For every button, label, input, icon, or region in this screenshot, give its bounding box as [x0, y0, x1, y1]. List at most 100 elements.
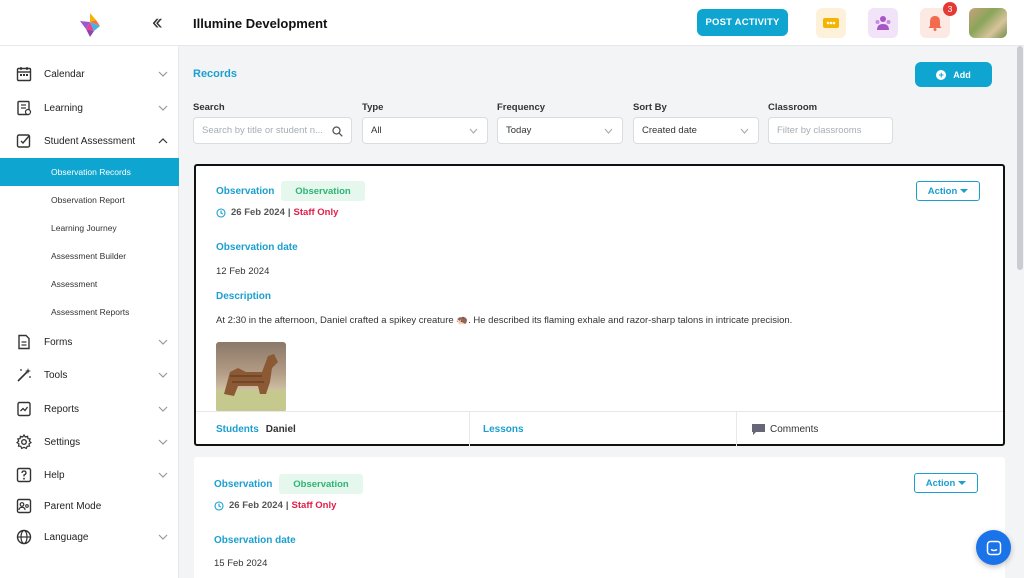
- description-text: At 2:30 in the afternoon, Daniel crafted…: [216, 315, 793, 326]
- user-avatar[interactable]: [969, 8, 1007, 38]
- sidebar-subitem-assessment-reports[interactable]: Assessment Reports: [0, 298, 179, 326]
- page-scrollbar[interactable]: [1017, 46, 1023, 270]
- organization-title: Illumine Development: [193, 16, 328, 31]
- plus-icon: +: [936, 69, 947, 80]
- description-label: Description: [216, 291, 272, 302]
- search-placeholder: Search by title or student n...: [202, 125, 323, 136]
- frequency-label: Frequency: [497, 102, 546, 113]
- sidebar-item-label: Help: [44, 469, 65, 481]
- sidebar-item-label: Language: [44, 531, 89, 543]
- sidebar-item-help[interactable]: Help: [0, 460, 179, 490]
- comments-cell[interactable]: Comments: [751, 412, 818, 446]
- sidebar-item-parent-mode[interactable]: Parent Mode: [0, 491, 179, 521]
- chevron-down-icon: [604, 128, 613, 134]
- sidebar-item-forms[interactable]: Forms: [0, 327, 179, 357]
- sidebar-subitem-label: Learning Journey: [51, 223, 117, 233]
- sidebar-item-calendar[interactable]: Calendar: [0, 59, 179, 89]
- assessment-icon: [16, 134, 31, 148]
- clock-icon: [216, 207, 226, 218]
- observation-photo[interactable]: [216, 342, 286, 412]
- classroom-label: Classroom: [768, 102, 818, 113]
- comments-label: Comments: [770, 423, 819, 435]
- frequency-value: Today: [506, 125, 532, 136]
- chevron-down-icon: [158, 339, 168, 345]
- visibility-label: Staff Only: [293, 207, 339, 218]
- observation-date-value: 15 Feb 2024: [214, 558, 268, 569]
- chevron-down-icon: [158, 406, 168, 412]
- search-input[interactable]: Search by title or student n...: [193, 117, 352, 144]
- bell-icon: [928, 16, 942, 31]
- chevron-down-icon: [158, 439, 168, 445]
- top-bar: ‹‹ Illumine Development POST ACTIVITY 3: [0, 0, 1024, 46]
- parent-mode-icon: [16, 498, 32, 514]
- record-type: Observation: [216, 186, 275, 197]
- add-record-button[interactable]: + Add: [915, 62, 992, 87]
- record-created-date: 26 Feb 2024: [229, 500, 283, 511]
- sidebar-item-reports[interactable]: Reports: [0, 394, 179, 424]
- groups-button[interactable]: [868, 8, 898, 38]
- sidebar-subitem-observation-records[interactable]: Observation Records: [0, 158, 179, 186]
- sidebar-subitem-assessment[interactable]: Assessment: [0, 270, 179, 298]
- sidebar-item-learning[interactable]: Learning: [0, 93, 179, 123]
- chat-support-button[interactable]: [976, 530, 1011, 565]
- record-meta: 26 Feb 2024 | Staff Only: [214, 500, 336, 511]
- sidebar-subitem-label: Assessment Reports: [51, 307, 130, 317]
- chevron-up-icon: [158, 138, 168, 144]
- footer-divider: [469, 412, 470, 446]
- sidebar-item-label: Calendar: [44, 68, 85, 80]
- sidebar-item-tools[interactable]: Tools: [0, 360, 179, 390]
- comment-icon: [752, 423, 765, 435]
- collapse-sidebar-icon[interactable]: ‹‹: [152, 9, 162, 35]
- chevron-down-icon: [158, 472, 168, 478]
- sort-by-select[interactable]: Created date: [633, 117, 759, 144]
- magic-wand-icon: [17, 368, 31, 382]
- record-tag: Observation: [281, 181, 365, 201]
- sidebar-subitem-learning-journey[interactable]: Learning Journey: [0, 214, 179, 242]
- search-label: Search: [193, 102, 225, 113]
- sidebar-item-label: Parent Mode: [44, 500, 102, 512]
- add-button-label: Add: [953, 69, 971, 80]
- post-activity-button[interactable]: POST ACTIVITY: [697, 9, 788, 36]
- frequency-select[interactable]: Today: [497, 117, 623, 144]
- observation-date-label: Observation date: [214, 535, 296, 546]
- reports-icon: [17, 401, 31, 417]
- sidebar-item-label: Learning: [44, 102, 83, 114]
- student-name: Daniel: [265, 423, 296, 435]
- search-icon: [332, 126, 343, 137]
- forms-icon: [18, 334, 30, 350]
- sidebar-subitem-label: Assessment: [51, 279, 98, 289]
- learning-icon: [17, 100, 32, 116]
- wooden-creature-image: [216, 354, 286, 412]
- type-select[interactable]: All: [362, 117, 488, 144]
- record-card[interactable]: Observation Observation Action 26 Feb 20…: [194, 457, 1005, 578]
- observation-date-value: 12 Feb 2024: [216, 266, 270, 277]
- caret-down-icon: [958, 481, 967, 485]
- help-icon: [16, 467, 32, 483]
- record-created-date: 26 Feb 2024: [231, 207, 285, 218]
- classroom-filter-input[interactable]: Filter by classrooms: [768, 117, 893, 144]
- students-cell[interactable]: Students Daniel: [216, 412, 296, 446]
- messages-button[interactable]: [816, 8, 846, 38]
- classroom-placeholder: Filter by classrooms: [777, 125, 862, 136]
- sidebar-item-label: Tools: [44, 369, 68, 381]
- page-title: Records: [193, 68, 238, 80]
- record-tag: Observation: [279, 474, 363, 494]
- sidebar-subitem-label: Assessment Builder: [51, 251, 127, 261]
- sidebar-subitem-assessment-builder[interactable]: Assessment Builder: [0, 242, 179, 270]
- sidebar-item-settings[interactable]: Settings: [0, 427, 179, 457]
- sidebar-subitem-observation-report[interactable]: Observation Report: [0, 186, 179, 214]
- sidebar-item-label: Forms: [44, 336, 73, 348]
- chevron-down-icon: [158, 71, 168, 77]
- sidebar-item-language[interactable]: Language: [0, 522, 179, 552]
- chevron-down-icon: [740, 128, 749, 134]
- caret-down-icon: [960, 189, 969, 193]
- chevron-down-icon: [158, 372, 168, 378]
- app-logo-icon[interactable]: [78, 12, 102, 38]
- notification-badge: 3: [943, 2, 957, 16]
- record-card[interactable]: Observation Observation Action 26 Feb 20…: [194, 164, 1005, 446]
- sidebar-item-student-assessment[interactable]: Student Assessment: [0, 126, 179, 156]
- action-dropdown-button[interactable]: Action: [916, 181, 980, 201]
- lessons-label: Lessons: [483, 423, 524, 435]
- lessons-cell[interactable]: Lessons: [483, 412, 524, 446]
- action-dropdown-button[interactable]: Action: [914, 473, 978, 493]
